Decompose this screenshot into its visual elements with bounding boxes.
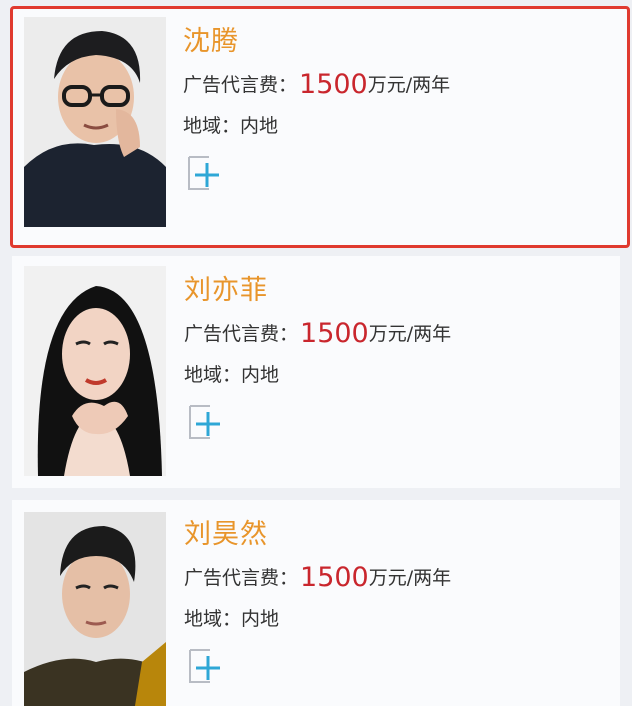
region-label: 地域： xyxy=(184,608,242,630)
fee-label: 广告代言费： xyxy=(184,323,299,345)
region-label: 地域： xyxy=(183,115,241,137)
add-icon xyxy=(188,156,219,190)
fee-value: 1500 xyxy=(299,69,368,100)
region: 地域：内地 xyxy=(184,604,279,631)
fee-unit: 万元/两年 xyxy=(368,323,452,345)
fee-unit: 万元/两年 xyxy=(367,74,451,96)
region-label: 地域： xyxy=(184,364,242,386)
region-value: 内地 xyxy=(240,115,279,137)
fee-label: 广告代言费： xyxy=(184,567,299,589)
portrait-image xyxy=(24,266,166,476)
celebrity-card[interactable]: 刘亦菲 广告代言费：1500万元/两年 地域：内地 xyxy=(12,256,620,488)
add-button[interactable] xyxy=(188,404,224,440)
region: 地域：内地 xyxy=(183,111,278,138)
celebrity-card[interactable]: 刘昊然 广告代言费：1500万元/两年 地域：内地 xyxy=(12,500,620,706)
celebrity-card[interactable]: 沈腾 广告代言费：1500万元/两年 地域：内地 xyxy=(10,6,630,248)
endorsement-fee: 广告代言费：1500万元/两年 xyxy=(184,562,451,593)
add-icon xyxy=(189,649,220,683)
portrait-image xyxy=(24,17,166,227)
add-button[interactable] xyxy=(187,155,223,191)
celebrity-photo xyxy=(24,512,166,706)
endorsement-fee: 广告代言费：1500万元/两年 xyxy=(184,318,451,349)
celebrity-photo xyxy=(24,17,166,227)
celebrity-name: 沈腾 xyxy=(183,26,239,57)
region: 地域：内地 xyxy=(184,360,279,387)
celebrity-name: 刘昊然 xyxy=(184,519,268,550)
fee-unit: 万元/两年 xyxy=(368,567,452,589)
celebrity-photo xyxy=(24,266,166,476)
add-icon xyxy=(189,405,220,439)
add-button[interactable] xyxy=(188,648,224,684)
portrait-image xyxy=(24,512,166,706)
celebrity-name: 刘亦菲 xyxy=(184,275,268,306)
celebrity-list: 沈腾 广告代言费：1500万元/两年 地域：内地 刘亦菲 广告代言费：1500万… xyxy=(0,0,632,706)
endorsement-fee: 广告代言费：1500万元/两年 xyxy=(183,69,450,100)
fee-value: 1500 xyxy=(300,562,369,593)
fee-value: 1500 xyxy=(300,318,369,349)
region-value: 内地 xyxy=(241,608,280,630)
region-value: 内地 xyxy=(241,364,280,386)
fee-label: 广告代言费： xyxy=(183,74,298,96)
